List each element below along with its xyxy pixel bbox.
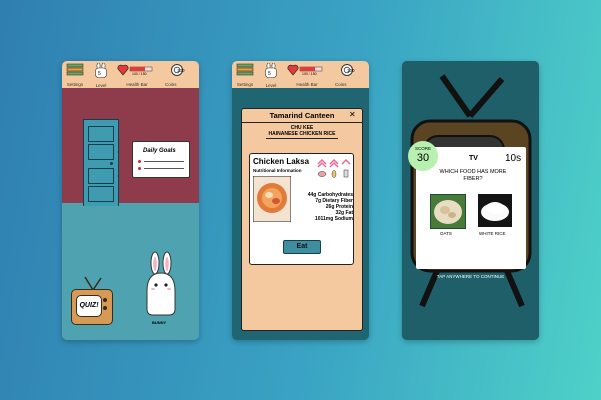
door[interactable]	[83, 119, 119, 206]
canteen-modal: Tamarind Canteen ✕ CHU KEE HAINANESE CHI…	[241, 108, 363, 331]
food-photo	[253, 176, 291, 222]
health-label: Health Bar	[126, 82, 148, 87]
health-value: 100 / 150	[132, 72, 147, 76]
nutrient-sodium: 1011mg Sodium	[314, 216, 353, 222]
option-white-rice[interactable]	[478, 194, 512, 227]
heart-icon	[287, 64, 299, 76]
rice-photo	[478, 194, 512, 227]
settings-label: Settings	[236, 82, 254, 87]
close-icon[interactable]: ✕	[349, 110, 356, 119]
option-oats-label: OATS	[440, 231, 452, 236]
coins-value: 100	[177, 68, 185, 73]
daily-goals-board[interactable]: Daily Goals	[132, 141, 190, 178]
health-bar: 100 / 150 Health Bar	[287, 63, 327, 87]
bunny-label: BUNNY	[152, 320, 167, 325]
settings-button[interactable]: Settings	[65, 63, 85, 87]
modal-title: Tamarind Canteen	[269, 111, 335, 120]
heart-icon	[117, 64, 129, 76]
bunny-face-icon	[265, 62, 277, 78]
settings-stack-icon	[236, 63, 254, 76]
coins-label: Coins	[165, 82, 177, 87]
health-label: Health Bar	[296, 82, 318, 87]
nutrient-list: 44g Carbohydrates 7g Dietary Fiber 26g P…	[293, 192, 353, 222]
settings-stack-icon	[66, 63, 84, 76]
food-card: Chicken Laksa Nutritional Information 44…	[249, 153, 354, 265]
quiz-screen[interactable]: TV 10s WHICH FOOD HAS MORE FIBER? OATS W…	[402, 61, 539, 340]
health-value: 100 / 150	[302, 72, 317, 76]
bunny-face-icon	[95, 62, 107, 78]
option-rice-label: WHITE RICE	[479, 231, 506, 236]
score-value: 30	[416, 152, 430, 164]
timer: 10s	[505, 153, 522, 164]
tv-title: TV	[469, 155, 478, 162]
oats-photo	[431, 195, 465, 228]
health-bar: 100 / 150 Health Bar	[117, 63, 157, 87]
quiz-question: WHICH FOOD HAS MORE FIBER?	[439, 169, 507, 182]
top-bar: Settings 5 Level 100 / 150 Health Bar 10…	[232, 61, 369, 88]
stall-subtitle: HAINANESE CHICKEN RICE	[268, 131, 336, 137]
coins-label: Coins	[335, 82, 347, 87]
level-value: 5	[98, 71, 101, 77]
health-fill	[130, 67, 145, 71]
coins-value: 100	[347, 68, 355, 73]
daily-goals-title: Daily Goals	[143, 148, 176, 154]
level-label: Level	[265, 83, 277, 88]
nutrient-rating-icons	[317, 158, 351, 178]
canteen-screen: Settings 5 Level 100 / 150 Health Bar 10…	[232, 61, 369, 340]
score-label: SCORE	[414, 146, 431, 151]
top-bar: Settings 5 Level 100 / 150 Health Bar 10…	[62, 61, 199, 88]
level-indicator[interactable]: 5 Level	[263, 62, 279, 88]
settings-button[interactable]: Settings	[235, 63, 255, 87]
option-oats[interactable]	[430, 194, 466, 229]
level-indicator[interactable]: 5 Level	[93, 62, 109, 88]
quiz-tv[interactable]: QUIZ!	[71, 289, 113, 325]
coins-display: 100 Coins	[330, 63, 364, 87]
settings-label: Settings	[66, 82, 84, 87]
food-name: Chicken Laksa	[253, 157, 310, 166]
score-badge: SCORE 30	[408, 141, 438, 171]
coins-display: 100 Coins	[160, 63, 194, 87]
eat-button[interactable]: Eat	[283, 240, 321, 254]
health-fill	[300, 67, 315, 71]
bunny-character[interactable]	[144, 251, 178, 319]
home-screen: Settings 5 Level 100 / 150 Health Bar 10…	[62, 61, 199, 340]
level-value: 5	[268, 71, 271, 77]
nutrition-heading: Nutritional Information	[253, 168, 302, 173]
quiz-label: QUIZ!	[76, 295, 102, 317]
continue-prompt[interactable]: TAP ANYWHERE TO CONTINUE	[402, 274, 539, 279]
